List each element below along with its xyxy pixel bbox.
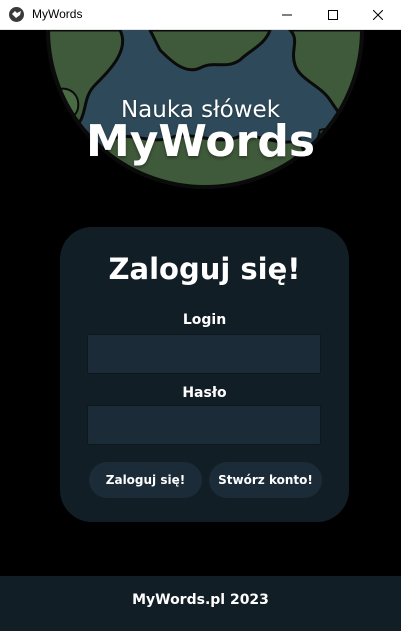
register-button[interactable]: Stwórz konto! [209,462,322,498]
close-icon [373,9,383,20]
password-label: Hasło [182,385,227,401]
minimize-button[interactable] [264,0,310,29]
header-banner: Nauka słówek MyWords [0,30,401,200]
app-title: MyWords [85,116,316,167]
window-titlebar: MyWords [0,0,401,30]
login-button[interactable]: Zaloguj się! [89,462,202,498]
password-input[interactable] [87,405,321,445]
maximize-icon [328,9,338,20]
footer: MyWords.pl 2023 [0,576,401,631]
maximize-button[interactable] [310,0,356,29]
login-heading: Zaloguj się! [108,252,301,286]
window-title: MyWords [32,7,83,21]
footer-copyright: MyWords.pl 2023 [132,592,269,608]
close-button[interactable] [355,0,401,29]
login-input[interactable] [87,334,321,374]
login-card: Zaloguj się! Login Hasło Zaloguj się! St… [60,227,349,522]
minimize-icon [282,14,292,15]
app-logo-icon [9,7,24,22]
login-label: Login [182,312,227,328]
